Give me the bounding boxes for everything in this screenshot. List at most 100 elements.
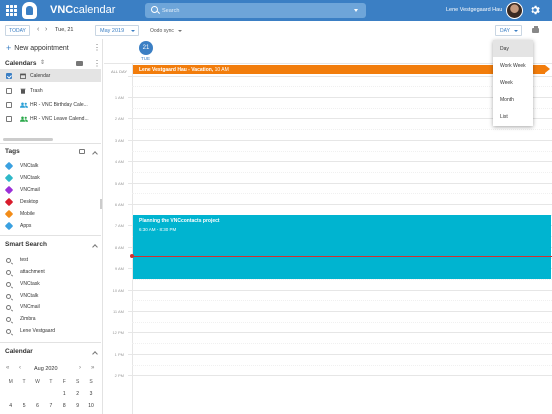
search-bar[interactable] bbox=[145, 3, 366, 18]
smart-search-label: VNCmail bbox=[20, 304, 40, 310]
mini-cal-month[interactable]: Aug 2020 bbox=[34, 366, 58, 372]
view-selector[interactable]: DAY bbox=[495, 25, 522, 36]
mini-cal-day[interactable]: 9 bbox=[71, 403, 84, 409]
smart-search-label: Zimbra bbox=[20, 316, 36, 322]
half-hour-line bbox=[132, 343, 552, 345]
mini-cal-day[interactable]: 7 bbox=[44, 403, 57, 409]
mini-cal-day[interactable]: 4 bbox=[4, 403, 17, 409]
tag-item[interactable]: Desktop bbox=[0, 197, 101, 208]
smart-search-item[interactable]: VNCtalk bbox=[0, 291, 101, 302]
mini-cal-weekday: S bbox=[89, 379, 93, 385]
smart-search-item[interactable]: attachment bbox=[0, 267, 101, 278]
calendar-checkbox[interactable] bbox=[6, 72, 12, 79]
search-icon bbox=[151, 6, 158, 13]
smart-search-item[interactable]: VNCtask bbox=[0, 279, 101, 290]
mini-cal-day[interactable]: 6 bbox=[31, 403, 44, 409]
tag-item[interactable]: Mobile bbox=[0, 209, 101, 220]
all-day-event-time: 10 AM bbox=[214, 66, 229, 73]
print-icon[interactable] bbox=[532, 26, 539, 33]
hour-line bbox=[128, 161, 552, 163]
mini-cal-next-button[interactable]: › bbox=[79, 365, 81, 371]
hour-line bbox=[128, 97, 552, 98]
mini-cal-day[interactable]: 1 bbox=[58, 391, 71, 397]
tag-item[interactable]: VNCtask bbox=[0, 173, 101, 184]
hour-label: 12 PM bbox=[112, 330, 124, 336]
collapse-smart-search-icon[interactable] bbox=[92, 244, 98, 250]
collapse-tags-icon[interactable] bbox=[92, 151, 98, 157]
search-dropdown-icon[interactable] bbox=[354, 9, 358, 12]
more-options-icon[interactable] bbox=[93, 43, 101, 53]
tags-section-title: Tags bbox=[5, 148, 20, 155]
next-day-button[interactable]: › bbox=[45, 25, 47, 35]
all-day-event-title: Lene Vestgaard Hau - Vacation, bbox=[139, 66, 214, 73]
all-day-event[interactable]: Lene Vestgaard Hau - Vacation, 10 AM bbox=[133, 65, 550, 74]
calendar-item-hr-birthday[interactable]: HR - VNC Birthday Cale... bbox=[0, 98, 101, 111]
mini-calendar-grid: M T W T F S S 1 2 3 4 5 6 7 8 9 10 bbox=[4, 379, 98, 409]
calendar-checkbox[interactable] bbox=[6, 101, 12, 108]
hour-line bbox=[128, 139, 552, 141]
mini-cal-day[interactable]: 3 bbox=[84, 391, 97, 397]
search-icon bbox=[6, 305, 11, 310]
mini-cal-prev-button[interactable]: ‹ bbox=[19, 365, 21, 371]
tag-item[interactable]: Apps bbox=[0, 221, 101, 232]
smart-search-item[interactable]: test bbox=[0, 255, 101, 266]
calendar-checkbox[interactable] bbox=[6, 87, 12, 94]
hour-label: 1 PM bbox=[114, 351, 124, 357]
odoo-sync-label: Oodo sync bbox=[150, 28, 174, 34]
divider bbox=[0, 235, 101, 236]
view-menu-item-week[interactable]: Week bbox=[493, 74, 533, 91]
tag-icon bbox=[4, 209, 14, 219]
calendar-checkbox[interactable] bbox=[6, 115, 12, 122]
day-header-weekday: TUE bbox=[141, 56, 150, 61]
mini-cal-first-button[interactable]: « bbox=[6, 365, 9, 371]
add-tag-icon[interactable] bbox=[79, 149, 85, 154]
calendar-item-trash[interactable]: Trash bbox=[0, 84, 101, 97]
smart-search-item[interactable]: VNCmail bbox=[0, 302, 101, 313]
day-header-date[interactable]: 21 bbox=[139, 41, 153, 55]
today-button[interactable]: TODAY bbox=[5, 25, 30, 36]
calendars-options-icon[interactable] bbox=[93, 59, 101, 69]
mini-cal-day[interactable]: 2 bbox=[71, 391, 84, 397]
horizontal-scrollbar[interactable] bbox=[3, 138, 53, 141]
tag-item[interactable]: VNCtalk bbox=[0, 161, 101, 172]
collapse-calendar-icon[interactable] bbox=[92, 351, 98, 357]
view-menu-item-work-week[interactable]: Work Week bbox=[493, 57, 533, 74]
folder-icon[interactable] bbox=[76, 61, 83, 66]
mini-cal-day[interactable]: 8 bbox=[58, 403, 71, 409]
mini-cal-day[interactable]: 10 bbox=[84, 403, 97, 409]
odoo-sync-dropdown[interactable]: Oodo sync bbox=[150, 28, 182, 34]
mini-cal-last-button[interactable]: » bbox=[91, 365, 94, 371]
new-appointment-button[interactable]: + New appointment bbox=[6, 43, 69, 53]
smart-search-item[interactable]: Zimbra bbox=[0, 314, 101, 325]
apps-grid-icon[interactable] bbox=[6, 5, 17, 16]
calendar-item-calendar[interactable]: Calendar bbox=[0, 69, 101, 82]
event-title: Planning the VNCcontacts project bbox=[139, 218, 220, 224]
new-appointment-label: New appointment bbox=[14, 45, 69, 52]
view-menu-item-day[interactable]: Day bbox=[493, 40, 533, 57]
month-picker[interactable]: May 2019 bbox=[95, 25, 139, 36]
mini-cal-weekday: W bbox=[35, 379, 40, 385]
calendar-event[interactable]: Planning the VNCcontacts project 6:30 AM… bbox=[133, 215, 551, 279]
prev-day-button[interactable]: ‹ bbox=[37, 25, 39, 35]
day-view: 21 TUE ALL DAY 1 AM 2 AM 3 AM 4 AM 5 AM 6 AM 7… bbox=[104, 39, 552, 414]
all-day-label: ALL DAY bbox=[111, 69, 128, 74]
mini-cal-day[interactable]: 5 bbox=[17, 403, 30, 409]
calendar-item-hr-leave[interactable]: HR - VNC Leave Calend... bbox=[0, 112, 101, 125]
vnc-logo-icon bbox=[22, 2, 37, 19]
search-input[interactable] bbox=[162, 5, 342, 16]
view-menu-item-list[interactable]: List bbox=[493, 108, 533, 125]
user-name[interactable]: Lene Vestgegaard Hau bbox=[446, 7, 502, 13]
half-hour-line bbox=[132, 107, 552, 109]
sort-icon[interactable]: ⇕ bbox=[40, 59, 45, 66]
smart-search-item[interactable]: Lene Vestgaard bbox=[0, 326, 101, 337]
avatar[interactable] bbox=[506, 2, 523, 19]
view-menu-item-month[interactable]: Month bbox=[493, 91, 533, 108]
vertical-scrollbar[interactable] bbox=[100, 199, 102, 209]
mini-cal-day bbox=[44, 391, 57, 397]
hour-label: 4 AM bbox=[114, 159, 124, 165]
chevron-down-icon bbox=[131, 30, 135, 32]
hour-label: 1 AM bbox=[114, 95, 124, 100]
tag-item[interactable]: VNCmail bbox=[0, 185, 101, 196]
hour-line bbox=[128, 332, 552, 334]
gear-icon[interactable] bbox=[530, 5, 540, 15]
